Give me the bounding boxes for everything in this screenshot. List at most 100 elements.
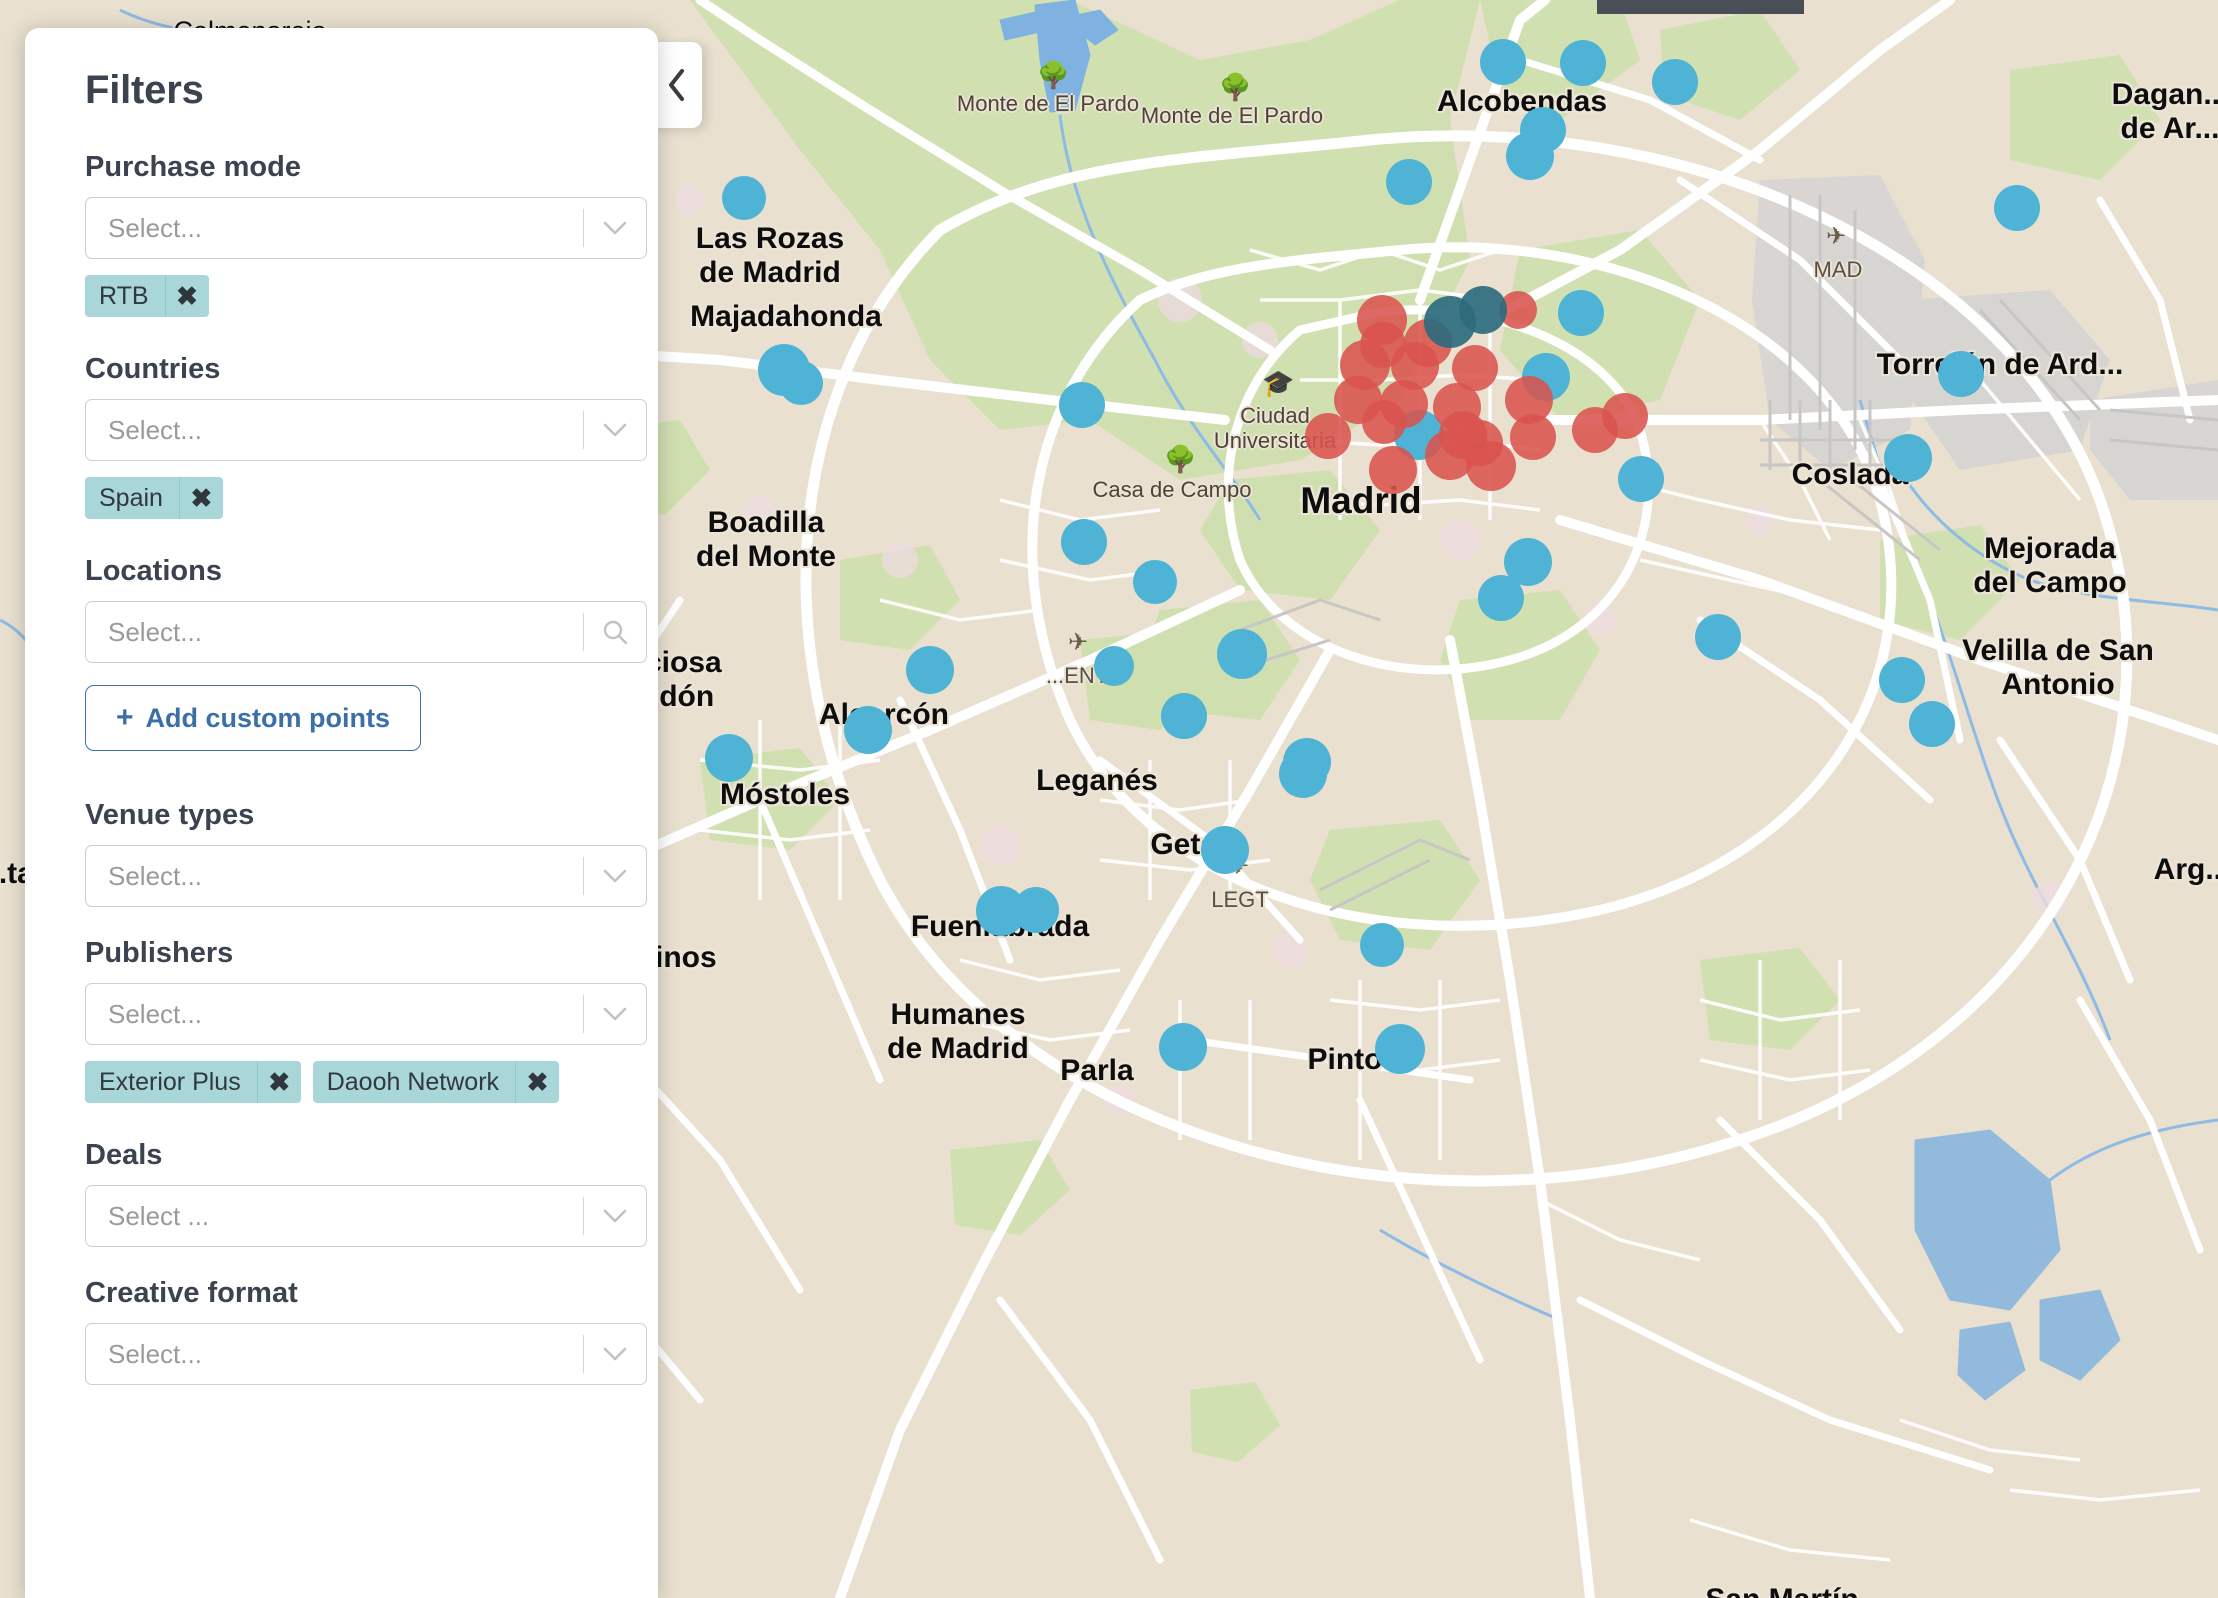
map-marker-blue[interactable] [1279, 750, 1327, 798]
map-marker-blue[interactable] [1994, 185, 2040, 231]
map-marker-blue[interactable] [1884, 434, 1932, 482]
map-marker-blue[interactable] [1061, 519, 1107, 565]
map-marker-blue[interactable] [1480, 39, 1526, 85]
chip: Spain ✖ [85, 477, 223, 519]
filter-label-venue_types: Venue types [85, 799, 255, 831]
filters-panel: Filters Purchase mode Select... RTB ✖ Countr… [25, 28, 658, 1598]
chevron-down-icon[interactable] [584, 1346, 646, 1362]
map-marker-blue[interactable] [1938, 351, 1984, 397]
map-marker-blue[interactable] [1133, 560, 1177, 604]
chevron-down-icon[interactable] [584, 422, 646, 438]
chip-label: RTB [99, 282, 149, 310]
chevron-down-icon[interactable] [584, 1208, 646, 1224]
map-marker-blue[interactable] [1094, 646, 1134, 686]
chevron-down-icon[interactable] [584, 868, 646, 884]
filter-field-publishers: Publishers Select... Exterior Plus ✖ Daooh N… [85, 937, 647, 1139]
filter-field-countries: Countries Select... Spain ✖ [85, 353, 647, 555]
filter-label-countries: Countries [85, 353, 221, 385]
countries-selected-chips: Spain ✖ [85, 477, 598, 519]
map-marker-blue[interactable] [1059, 382, 1105, 428]
map-marker-blue[interactable] [1558, 290, 1604, 336]
map-marker-blue[interactable] [844, 706, 892, 754]
collapse-panel-button[interactable] [652, 42, 702, 128]
map-marker-blue[interactable] [1909, 701, 1955, 747]
map-marker-red[interactable] [1334, 376, 1382, 424]
purchase_mode-placeholder: Select... [108, 212, 202, 243]
map-marker-blue[interactable] [1560, 40, 1606, 86]
filter-field-locations: Locations Select... + Add custom points [85, 555, 647, 799]
purchase_mode-select[interactable]: Select... [85, 197, 647, 259]
chevron-down-icon[interactable] [584, 220, 646, 236]
map-marker-blue[interactable] [705, 734, 753, 782]
map-marker-blue[interactable] [1161, 693, 1207, 739]
venue_types-select[interactable]: Select... [85, 845, 647, 907]
chip: Exterior Plus ✖ [85, 1061, 301, 1103]
map-marker-blue[interactable] [1478, 575, 1524, 621]
map-marker-blue[interactable] [1618, 456, 1664, 502]
add-custom-points-label: Add custom points [145, 702, 391, 733]
chip-label: Daooh Network [326, 1068, 500, 1096]
chip-remove-icon[interactable]: ✖ [164, 275, 209, 317]
deals-placeholder: Select ... [108, 1200, 210, 1231]
map-marker-blue[interactable] [1360, 923, 1404, 967]
locations-select[interactable]: Select... [85, 601, 647, 663]
map-marker-blue[interactable] [906, 646, 954, 694]
creative_format-placeholder: Select... [108, 1338, 202, 1369]
map-marker-red[interactable] [1357, 295, 1407, 345]
map-marker-blue[interactable] [722, 176, 766, 220]
map-marker-red[interactable] [1466, 441, 1516, 491]
chip-remove-icon[interactable]: ✖ [256, 1061, 301, 1103]
add-custom-points-button[interactable]: + Add custom points [85, 685, 422, 751]
publishers-selected-chips: Exterior Plus ✖ Daooh Network ✖ [85, 1061, 598, 1103]
chip-label: Exterior Plus [99, 1068, 241, 1096]
plus-icon: + [116, 701, 134, 734]
map-marker-blue[interactable] [779, 361, 823, 405]
publishers-select[interactable]: Select... [85, 983, 647, 1045]
map-marker-red[interactable] [1602, 393, 1648, 439]
filter-field-deals: Deals Select ... [85, 1139, 647, 1277]
filter-field-venue_types: Venue types Select... [85, 799, 647, 937]
map-marker-blue[interactable] [1386, 159, 1432, 205]
map-marker-blue[interactable] [1375, 1024, 1425, 1074]
map-marker-blue[interactable] [1879, 657, 1925, 703]
filter-label-purchase_mode: Purchase mode [85, 151, 301, 183]
countries-select[interactable]: Select... [85, 399, 647, 461]
chip-remove-icon[interactable]: ✖ [515, 1061, 559, 1103]
window-titlebar-fragment [1597, 0, 1804, 14]
locations-placeholder: Select... [108, 616, 202, 647]
publishers-placeholder: Select... [108, 998, 202, 1029]
map-marker-red[interactable] [1369, 446, 1417, 494]
map-marker-red[interactable] [1510, 414, 1556, 460]
chip-remove-icon[interactable]: ✖ [178, 477, 223, 519]
map-marker-teal[interactable] [1459, 286, 1507, 334]
deals-select[interactable]: Select ... [85, 1185, 647, 1247]
filter-label-locations: Locations [85, 555, 222, 587]
creative_format-select[interactable]: Select... [85, 1323, 647, 1385]
map-marker-blue[interactable] [1159, 1023, 1207, 1071]
search-icon[interactable] [584, 618, 646, 646]
purchase_mode-selected-chips: RTB ✖ [85, 275, 598, 317]
filter-label-publishers: Publishers [85, 937, 234, 969]
map-marker-blue[interactable] [1217, 629, 1267, 679]
map-marker-blue[interactable] [1506, 132, 1554, 180]
chevron-left-icon [666, 67, 688, 103]
filter-label-deals: Deals [85, 1139, 163, 1171]
map-marker-red[interactable] [1452, 345, 1498, 391]
chip: Daooh Network ✖ [312, 1061, 560, 1103]
filter-field-purchase_mode: Purchase mode Select... RTB ✖ [85, 151, 647, 353]
chip-label: Spain [99, 484, 163, 512]
filter-fields-list: Purchase mode Select... RTB ✖ Countries Selec… [85, 151, 647, 1415]
map-marker-blue[interactable] [1695, 614, 1741, 660]
filter-field-creative_format: Creative format Select... [85, 1277, 647, 1415]
map-marker-blue[interactable] [1013, 887, 1059, 933]
venue_types-placeholder: Select... [108, 860, 202, 891]
map-marker-blue[interactable] [1652, 59, 1698, 105]
map-marker-blue[interactable] [1201, 826, 1249, 874]
chevron-down-icon[interactable] [584, 1006, 646, 1022]
